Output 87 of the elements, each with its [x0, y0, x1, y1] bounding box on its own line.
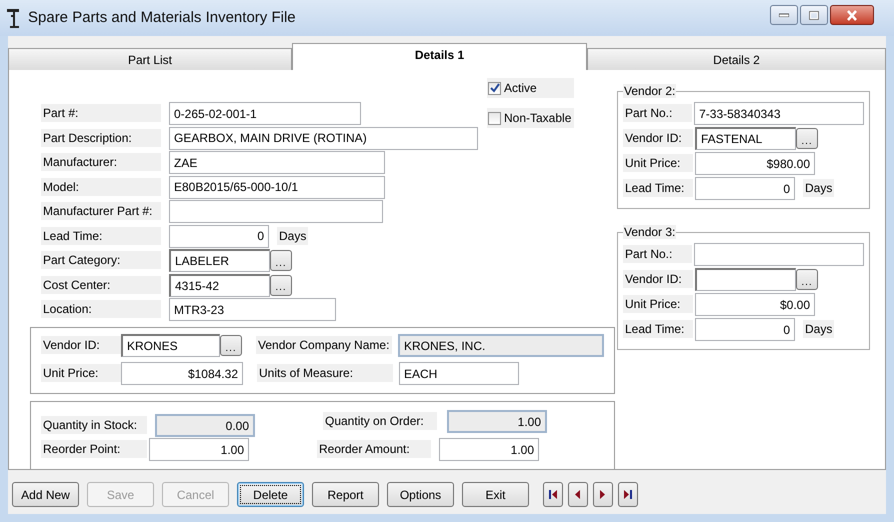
checkbox[interactable]: [488, 112, 501, 124]
field-label: Quantity in Stock:: [41, 416, 147, 434]
input-field[interactable]: EACH: [399, 362, 519, 386]
browse-button[interactable]: ...: [270, 250, 292, 271]
app-icon: [6, 7, 22, 29]
action-button[interactable]: Delete: [237, 482, 304, 507]
field-label: Reorder Amount:: [317, 440, 431, 458]
input-field[interactable]: $0.00: [695, 293, 815, 316]
field-label: Quantity on Order:: [323, 412, 437, 430]
close-button[interactable]: [830, 5, 874, 25]
input-field[interactable]: 0.00: [155, 414, 255, 438]
nav-button[interactable]: [543, 482, 563, 507]
input-field[interactable]: $1084.32: [121, 362, 243, 386]
unit-label: Days: [803, 320, 834, 338]
field-label: Vendor ID:: [623, 270, 693, 288]
checkbox[interactable]: [488, 82, 501, 94]
input-field[interactable]: [695, 268, 796, 291]
input-field[interactable]: KRONES: [121, 334, 220, 358]
previous-icon: [573, 489, 583, 500]
input-field[interactable]: GEARBOX, MAIN DRIVE (ROTINA): [169, 126, 478, 150]
input-field[interactable]: $980.00: [695, 152, 815, 175]
action-button[interactable]: Add New: [12, 482, 79, 507]
field-label: Lead Time:: [623, 179, 693, 197]
field-label: Manufacturer Part #:: [41, 202, 161, 220]
field-label: Lead Time:: [41, 226, 161, 244]
input-field[interactable]: 0: [695, 177, 795, 200]
field-label: Manufacturer:: [41, 153, 161, 171]
nav-button[interactable]: [568, 482, 588, 507]
input-field[interactable]: 1.00: [439, 438, 539, 462]
input-field[interactable]: FASTENAL: [695, 127, 796, 150]
input-field[interactable]: LABELER: [169, 249, 270, 272]
group-title: Vendor 3:: [623, 225, 676, 239]
browse-button[interactable]: ...: [220, 335, 242, 356]
input-field[interactable]: 0: [695, 318, 795, 341]
input-field[interactable]: 4315-42: [169, 274, 270, 296]
input-field[interactable]: MTR3-23: [169, 298, 336, 321]
tab[interactable]: Details 2: [587, 48, 886, 70]
nav-button[interactable]: [593, 482, 613, 507]
browse-button[interactable]: ...: [796, 269, 818, 290]
input-field[interactable]: 0: [169, 224, 269, 248]
input-field[interactable]: [169, 200, 383, 223]
input-field[interactable]: 1.00: [447, 410, 547, 434]
last-record-icon: [623, 489, 633, 500]
field-label: Unit Price:: [623, 295, 693, 313]
browse-button[interactable]: ...: [270, 274, 292, 296]
maximize-icon: [809, 10, 819, 20]
input-field[interactable]: 1.00: [149, 438, 249, 462]
tab[interactable]: Details 1: [292, 43, 587, 70]
field-label: Part #:: [41, 104, 161, 122]
field-label: Vendor ID:: [623, 129, 693, 147]
action-button[interactable]: Options: [387, 482, 454, 507]
field-label: Part No.:: [623, 104, 692, 122]
field-label: Unit Price:: [41, 364, 121, 382]
input-field[interactable]: [694, 243, 864, 266]
field-label: Vendor Company Name:: [256, 336, 392, 354]
field-label: Location:: [41, 300, 161, 318]
input-field[interactable]: 0-265-02-001-1: [169, 102, 361, 125]
maximize-button[interactable]: [800, 5, 828, 25]
unit-label: Days: [277, 226, 308, 244]
input-field[interactable]: ZAE: [169, 151, 385, 174]
tab[interactable]: Part List: [8, 48, 292, 70]
window-title: Spare Parts and Materials Inventory File: [28, 8, 296, 28]
close-icon: [846, 10, 858, 20]
minimize-icon: [779, 13, 789, 17]
input-field[interactable]: E80B2015/65-000-10/1: [169, 176, 385, 198]
field-label: Model:: [41, 178, 161, 196]
first-record-icon: [548, 489, 558, 500]
field-label: Units of Measure:: [257, 364, 393, 382]
field-label: Unit Price:: [623, 154, 693, 172]
field-label: Reorder Point:: [41, 440, 147, 458]
action-button[interactable]: Report: [312, 482, 379, 507]
field-label: Part No.:: [623, 245, 692, 263]
group-title: Vendor 2:: [623, 84, 676, 98]
field-label: Part Description:: [41, 128, 161, 146]
action-button[interactable]: Exit: [462, 482, 529, 507]
field-label: Cost Center:: [41, 276, 161, 294]
checkbox-label: Non-Taxable: [504, 110, 572, 127]
field-label: Vendor ID:: [41, 336, 121, 354]
nav-button[interactable]: [618, 482, 638, 507]
unit-label: Days: [803, 179, 834, 197]
browse-button[interactable]: ...: [796, 128, 818, 149]
input-field[interactable]: 7-33-58340343: [694, 102, 864, 125]
field-label: Lead Time:: [623, 320, 693, 338]
input-field[interactable]: KRONES, INC.: [398, 334, 604, 358]
minimize-button[interactable]: [770, 5, 798, 25]
checkbox-label: Active: [504, 80, 537, 97]
field-label: Part Category:: [41, 251, 161, 269]
